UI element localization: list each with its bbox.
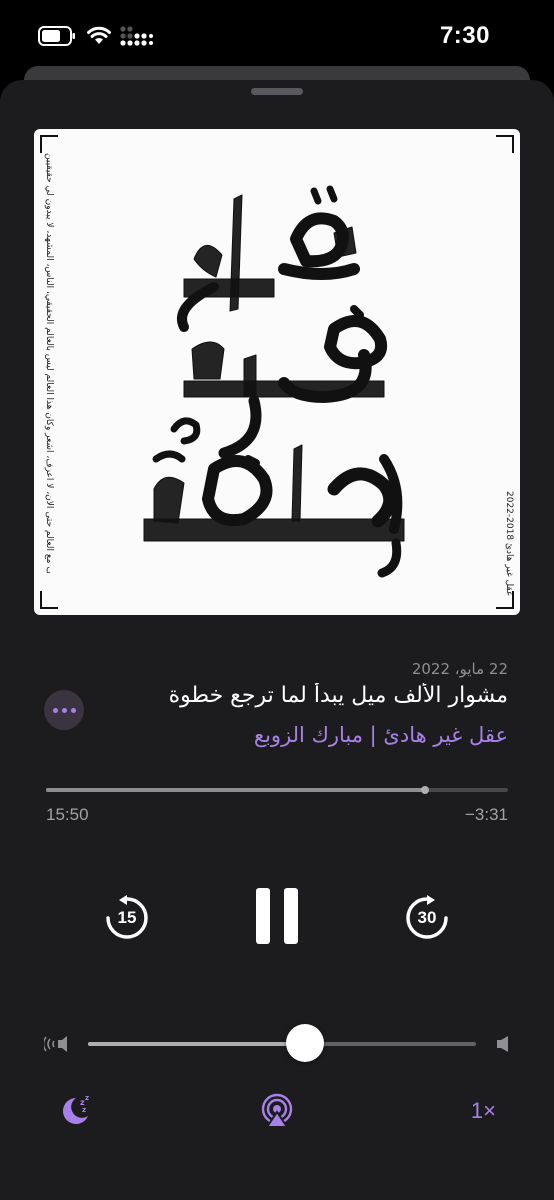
more-icon (52, 707, 58, 713)
calligraphy-art (143, 185, 405, 578)
now-playing-sheet: ربما لم أتكيف مع العالم حتى الآن، لا أعر… (0, 80, 554, 1200)
pause-icon (284, 888, 298, 944)
title-fade (96, 683, 120, 717)
playback-speed-button[interactable]: 1× (471, 1098, 496, 1124)
remaining-time: −3:31 (464, 805, 508, 824)
pause-button[interactable] (254, 888, 300, 946)
scrubber-progress (46, 788, 425, 792)
more-icon (61, 707, 67, 713)
pause-icon (256, 888, 270, 944)
skip-back-seconds: 15 (117, 908, 137, 927)
battery-icon (38, 26, 75, 46)
more-options-button[interactable] (44, 690, 84, 730)
scrubber-handle[interactable] (420, 786, 429, 794)
airplay-icon[interactable] (260, 1092, 294, 1128)
svg-text:z: z (82, 1106, 86, 1114)
status-bar: 7:30 (0, 0, 554, 70)
more-icon (70, 707, 76, 713)
wifi-icon (87, 26, 111, 44)
skip-forward-seconds: 30 (417, 908, 437, 927)
podcast-artwork: ربما لم أتكيف مع العالم حتى الآن، لا أعر… (34, 129, 520, 615)
volume-high-icon (497, 1036, 508, 1052)
elapsed-time: 15:50 (46, 805, 89, 824)
volume-level (88, 1042, 306, 1046)
skip-back-button[interactable]: 15 (104, 895, 150, 941)
skip-forward-button[interactable]: 30 (404, 895, 450, 941)
volume-low-icon (44, 1036, 67, 1052)
playback-scrubber[interactable] (46, 786, 508, 794)
cellular-icon (120, 26, 153, 46)
status-time: 7:30 (439, 22, 490, 49)
svg-text:z: z (85, 1094, 89, 1102)
episode-title[interactable]: مشوار الألف ميل يبدأ لما ترجع خطوة (96, 683, 508, 717)
episode-date: 22 مايو، 2022 (411, 660, 508, 678)
sheet-grabber[interactable] (251, 88, 303, 95)
volume-slider[interactable] (88, 1024, 476, 1064)
sleep-timer-icon[interactable]: z z z (60, 1092, 94, 1126)
volume-handle[interactable] (286, 1024, 325, 1062)
show-name-link[interactable]: عقل غير هادئ | مبارك الزوبع (254, 723, 508, 747)
